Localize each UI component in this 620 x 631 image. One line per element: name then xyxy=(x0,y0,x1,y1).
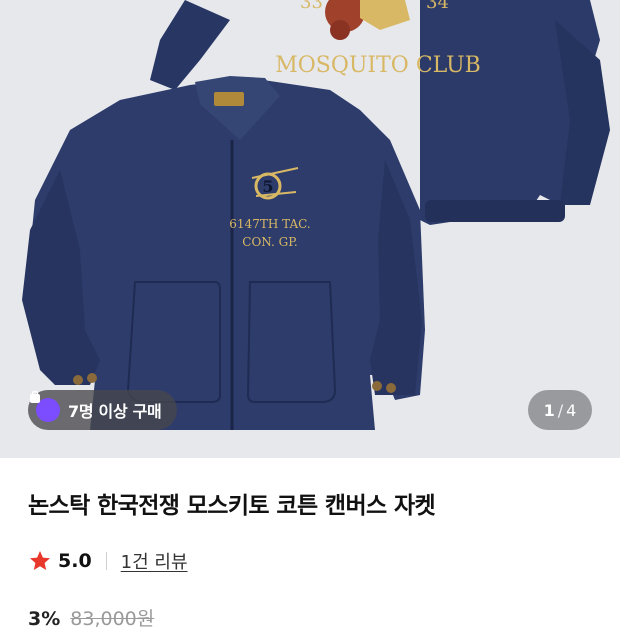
product-image-carousel[interactable]: 33 34 MOSQUITO CLUB 5 6147TH TAC. CON. G… xyxy=(0,0,620,458)
rating-score: 5.0 xyxy=(58,550,92,572)
image-counter-separator: / xyxy=(557,400,564,420)
back-number-right: 34 xyxy=(426,0,449,13)
product-info: 논스탁 한국전쟁 모스키토 코튼 캔버스 자켓 xyxy=(28,486,600,520)
discount-rate: 3% xyxy=(28,608,61,630)
image-counter-total: 4 xyxy=(566,400,577,420)
front-embroidery-line1: 6147TH TAC. xyxy=(229,217,310,231)
back-number-left: 33 xyxy=(300,0,323,13)
review-count-link[interactable]: 1건 리뷰 xyxy=(121,548,188,574)
buyers-badge-label: 7명 이상 구매 xyxy=(68,402,162,421)
front-emblem-number: 5 xyxy=(262,177,273,196)
image-counter-current: 1 xyxy=(543,400,555,420)
original-price: 83,000원 xyxy=(70,608,155,630)
price-row: 3% 83,000원 xyxy=(28,604,154,631)
star-icon xyxy=(30,551,50,570)
buyers-count-badge: 7명 이상 구매 xyxy=(28,390,178,430)
front-embroidery-line2: CON. GP. xyxy=(242,235,297,249)
divider xyxy=(105,552,107,570)
jacket-front xyxy=(22,76,425,430)
image-counter: 1 / 4 xyxy=(528,390,592,430)
product-title: 논스탁 한국전쟁 모스키토 코튼 캔버스 자켓 xyxy=(28,493,436,519)
rating-row: 5.0 1건 리뷰 xyxy=(28,548,188,574)
shopping-bag-icon xyxy=(30,390,60,422)
back-embroidery-text: MOSQUITO CLUB xyxy=(275,53,481,78)
